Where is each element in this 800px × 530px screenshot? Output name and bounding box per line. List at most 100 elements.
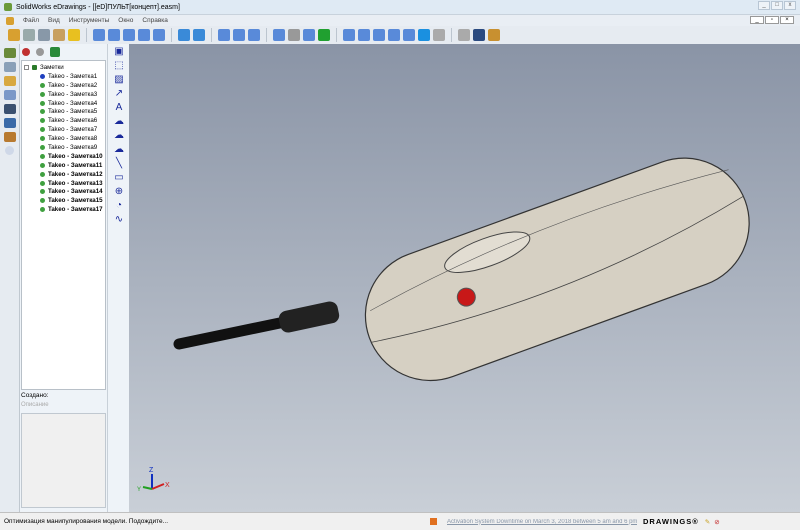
zoom-area-icon[interactable] [123, 29, 135, 41]
view-left-icon[interactable] [373, 29, 385, 41]
perspective-icon[interactable] [193, 29, 205, 41]
dimension-icon[interactable]: ⬚ [113, 60, 125, 72]
remote-body [364, 157, 750, 382]
rotate-icon[interactable] [138, 29, 150, 41]
menu-file[interactable]: Файл [23, 17, 39, 24]
view-back-icon[interactable] [358, 29, 370, 41]
tree-item[interactable]: Takeo - Заметка11 [24, 161, 103, 170]
measure-icon[interactable] [248, 29, 260, 41]
doc-minimize-button[interactable]: _ [750, 16, 764, 24]
cloud-leader-icon[interactable]: ☁ [113, 116, 125, 128]
expand-icon[interactable] [24, 64, 29, 70]
zoom-in-icon[interactable] [108, 29, 120, 41]
model-render: Z X Y [137, 157, 750, 493]
collapse-icon[interactable] [5, 146, 14, 155]
stamp-icon[interactable] [488, 29, 500, 41]
tree-item[interactable]: Takeo - Заметка12 [24, 170, 103, 179]
tree-item[interactable]: Takeo - Заметка6 [24, 116, 103, 125]
menu-tools[interactable]: Инструменты [69, 17, 110, 24]
tree-item[interactable]: Takeo - Заметка10 [24, 152, 103, 161]
cloud-text-icon[interactable]: ☁ [113, 130, 125, 142]
ground-icon[interactable] [433, 29, 445, 41]
view-iso-icon[interactable] [403, 29, 415, 41]
home-icon[interactable] [233, 29, 245, 41]
tree-item[interactable]: Takeo - Заметка8 [24, 134, 103, 143]
remove-note-icon[interactable] [36, 48, 44, 56]
created-label: Создано: [21, 392, 49, 399]
tree-item[interactable]: Takeo - Заметка15 [24, 196, 103, 205]
markup-tree: Заметки Takeo - Заметка1 Takeo - Заметка2… [21, 60, 106, 390]
configurations-tab-icon[interactable] [4, 76, 16, 86]
tree-item[interactable]: Takeo - Заметка2 [24, 81, 103, 90]
note-icon [40, 127, 45, 133]
send-icon[interactable] [53, 29, 65, 41]
pencil-tab-icon[interactable] [4, 90, 16, 100]
pencil-icon[interactable]: ✎ [705, 518, 710, 526]
toolbar-separator [451, 28, 452, 42]
tree-item[interactable]: Takeo - Заметка17 [24, 205, 103, 214]
tree-item[interactable]: Takeo - Заметка7 [24, 125, 103, 134]
maximize-button[interactable]: □ [771, 1, 783, 10]
menu-view[interactable]: Вид [48, 17, 60, 24]
tree-item[interactable]: Takeo - Заметка9 [24, 143, 103, 152]
save-markup-icon[interactable]: ▣ [113, 46, 125, 58]
description-field[interactable] [21, 413, 106, 508]
toolbar-separator [171, 28, 172, 42]
minimize-button[interactable]: _ [758, 1, 770, 10]
cloud-icon[interactable]: ☁ [113, 144, 125, 156]
tree-item[interactable]: Takeo - Заметка4 [24, 99, 103, 108]
select-icon[interactable] [218, 29, 230, 41]
view-front-icon[interactable] [343, 29, 355, 41]
spline-icon[interactable]: ∿ [113, 214, 125, 226]
markup-tab-icon[interactable] [4, 48, 16, 58]
binder-tab-icon[interactable] [4, 118, 16, 128]
tree-item[interactable]: Takeo - Заметка13 [24, 179, 103, 188]
tree-item[interactable]: Takeo - Заметка5 [24, 107, 103, 116]
pan-icon[interactable] [153, 29, 165, 41]
leader-text-icon[interactable]: ↗ [113, 88, 125, 100]
circle-icon[interactable]: ⊕ [113, 186, 125, 198]
tree-root[interactable]: Заметки [24, 63, 103, 72]
3d-viewport[interactable]: Z X Y [129, 44, 800, 512]
first-icon[interactable] [273, 29, 285, 41]
section-icon[interactable] [458, 29, 470, 41]
open-icon[interactable] [8, 29, 20, 41]
close-button[interactable]: x [784, 1, 796, 10]
doc-close-button[interactable]: × [780, 16, 794, 24]
print-icon[interactable] [38, 29, 50, 41]
rectangle-icon[interactable]: ▭ [113, 172, 125, 184]
doc-restore-button[interactable]: ▫ [765, 16, 779, 24]
line-icon[interactable]: ╲ [113, 158, 125, 170]
view-right-icon[interactable] [388, 29, 400, 41]
list-icon[interactable] [50, 47, 60, 57]
explode-icon[interactable] [473, 29, 485, 41]
save-icon[interactable] [23, 29, 35, 41]
menu-help[interactable]: Справка [142, 17, 168, 24]
tree-item-label: Takeo - Заметка4 [48, 99, 98, 107]
stamp-tab-icon[interactable] [4, 132, 16, 142]
tree-item[interactable]: Takeo - Заметка3 [24, 90, 103, 99]
no-markup-icon[interactable]: ⊘ [714, 518, 719, 526]
text-icon[interactable]: A [113, 102, 125, 114]
zoom-fit-icon[interactable] [93, 29, 105, 41]
arc-icon[interactable]: ◔ [113, 200, 125, 212]
shaded-icon[interactable] [178, 29, 190, 41]
help-icon[interactable] [68, 29, 80, 41]
sheets-tab-icon[interactable] [4, 104, 16, 114]
tree-item[interactable]: Takeo - Заметка14 [24, 187, 103, 196]
stop-icon[interactable] [288, 29, 300, 41]
axis-z-label: Z [149, 467, 154, 474]
axis-y-label: Y [137, 487, 141, 493]
add-note-icon[interactable] [22, 48, 30, 56]
note-icon [40, 73, 45, 79]
note-icon [40, 100, 45, 106]
shaded-cube-icon[interactable] [418, 29, 430, 41]
tree-item[interactable]: Takeo - Заметка1 [24, 72, 103, 81]
image-icon[interactable]: ▨ [113, 74, 125, 86]
status-message: Оптимизация манипулирования модели. Подо… [4, 518, 169, 525]
components-tab-icon[interactable] [4, 62, 16, 72]
menu-window[interactable]: Окно [118, 17, 133, 24]
news-link[interactable]: Activation System Downtime on March 3, 2… [447, 519, 637, 525]
next-icon[interactable] [303, 29, 315, 41]
play-icon[interactable] [318, 29, 330, 41]
